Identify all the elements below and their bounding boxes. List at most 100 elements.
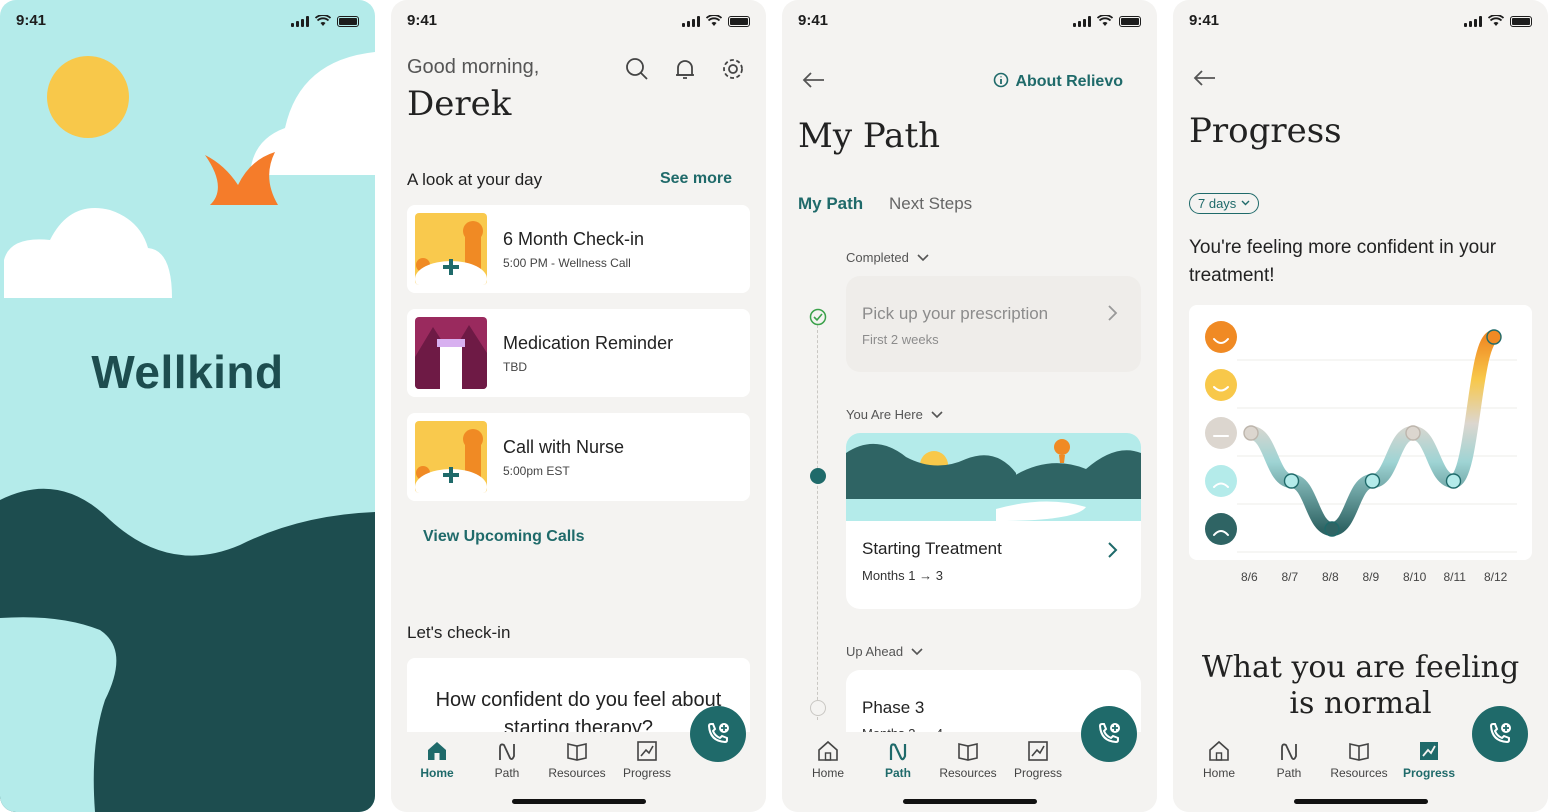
signal-icon [1073,15,1091,27]
status-bar: 9:41 [1173,12,1548,34]
tab-my-path[interactable]: My Path [798,194,863,214]
tab-progress[interactable]: Progress [1394,740,1464,780]
section-label-completed[interactable]: Completed [846,250,929,265]
landscape-illustration [846,433,1141,521]
section-label-up-ahead[interactable]: Up Ahead [846,644,923,659]
card-medication[interactable]: Medication Reminder TBD [407,309,750,397]
tab-progress[interactable]: Progress [1003,740,1073,780]
status-bar: 9:41 [782,12,1157,34]
card-starting-treatment[interactable]: Starting Treatment Months 1 → 3 [846,433,1141,609]
battery-icon [1119,15,1141,27]
phone-plus-icon [1489,723,1511,744]
tab-label: Progress [622,766,672,780]
card-nurse-call[interactable]: Call with Nurse 5:00pm EST [407,413,750,501]
card-title: Call with Nurse [503,437,625,457]
chevron-down-icon [1241,200,1250,206]
status-icons [1073,15,1141,27]
home-indicator [903,799,1037,804]
card-title: Phase 3 [862,698,925,717]
call-button[interactable] [690,706,746,762]
tab-label: Home [1202,766,1235,780]
tab-home[interactable]: Home [1184,740,1254,780]
status-time: 9:41 [1189,12,1220,29]
back-arrow-icon[interactable] [800,68,828,92]
info-icon [994,72,1009,88]
path-timeline [817,320,818,720]
card-subtitle: Months 1 → 3 [862,568,943,583]
card-title: Starting Treatment [862,539,1002,558]
path-icon [499,743,515,760]
splash-screen: 9:41 Wellkind [0,0,375,812]
mood-point [1445,473,1462,489]
status-time: 9:41 [407,12,438,29]
x-tick-label: 8/11 [1443,570,1466,584]
mood-face-happy-icon [1205,369,1237,401]
tab-label: Resources [1330,766,1388,780]
gear-icon[interactable] [720,56,746,82]
status-time: 9:41 [798,12,829,29]
current-step-dot [810,468,826,484]
search-icon[interactable] [624,56,650,82]
x-tick-label: 8/10 [1403,570,1427,584]
tab-path[interactable]: Path [863,740,933,780]
mood-chart-svg [1205,321,1517,553]
home-indicator [1294,799,1428,804]
phone-plus-icon [1098,723,1120,744]
section-label-you-are-here[interactable]: You Are Here [846,407,943,422]
wifi-icon [1097,15,1113,26]
tab-home[interactable]: Home [793,740,863,780]
bell-icon[interactable] [672,56,698,82]
battery-icon [728,15,750,27]
card-subtitle: TBD [503,360,527,374]
mood-point [1405,425,1421,441]
mood-face-very-unhappy-icon [1205,513,1237,545]
tab-resources[interactable]: Resources [1324,740,1394,780]
page-title: My Path [798,116,941,156]
insight-text: You're feeling more confident in your tr… [1189,237,1497,286]
call-button[interactable] [1472,706,1528,762]
status-icons [682,15,750,27]
card-subtitle: 5:00 PM - Wellness Call [503,256,631,270]
section-checkin-heading: Let's check-in [407,623,511,642]
tab-resources[interactable]: Resources [542,740,612,780]
call-button[interactable] [1081,706,1137,762]
tab-label: Path [884,766,911,780]
header-actions [624,56,746,82]
mood-chart [1189,305,1532,560]
tab-resources[interactable]: Resources [933,740,1003,780]
nurse-thumbnail [415,421,487,493]
chevron-down-icon [911,648,923,656]
page-title: Progress [1189,111,1342,151]
card-subtitle: First 2 weeks [862,332,939,347]
book-icon [1349,743,1369,761]
medication-thumbnail [415,317,487,389]
about-link[interactable]: About Relievo [993,72,1123,91]
home-screen: 9:41 Good morning, Derek A look at your … [391,0,766,812]
wellness-thumbnail [415,213,487,285]
tab-home[interactable]: Home [402,740,472,780]
mood-point [1486,329,1502,345]
bird-logo [205,152,278,205]
tab-progress[interactable]: Progress [612,740,682,780]
battery-icon [1510,15,1532,27]
tab-path[interactable]: Path [472,740,542,780]
mood-point [1324,521,1340,537]
tab-next-steps[interactable]: Next Steps [889,194,972,214]
see-more-link[interactable]: See more [660,170,732,188]
card-checkin[interactable]: 6 Month Check-in 5:00 PM - Wellness Call [407,205,750,293]
mood-point [1243,425,1259,441]
tab-label: Resources [939,766,997,780]
range-label: 7 days [1198,196,1237,211]
x-tick-label: 8/7 [1281,570,1299,584]
sun-shape [47,56,129,138]
upcoming-step-dot [810,700,826,716]
back-arrow-icon[interactable] [1191,66,1219,90]
section-day-heading: A look at your day [407,170,543,189]
card-prescription[interactable]: Pick up your prescription First 2 weeks [846,276,1141,372]
phone-plus-icon [707,723,729,744]
tab-path[interactable]: Path [1254,740,1324,780]
x-tick-label: 8/6 [1241,570,1258,584]
splash-illustration [0,52,375,812]
view-upcoming-calls-link[interactable]: View Upcoming Calls [423,528,585,546]
range-dropdown[interactable]: 7 days [1189,193,1260,214]
